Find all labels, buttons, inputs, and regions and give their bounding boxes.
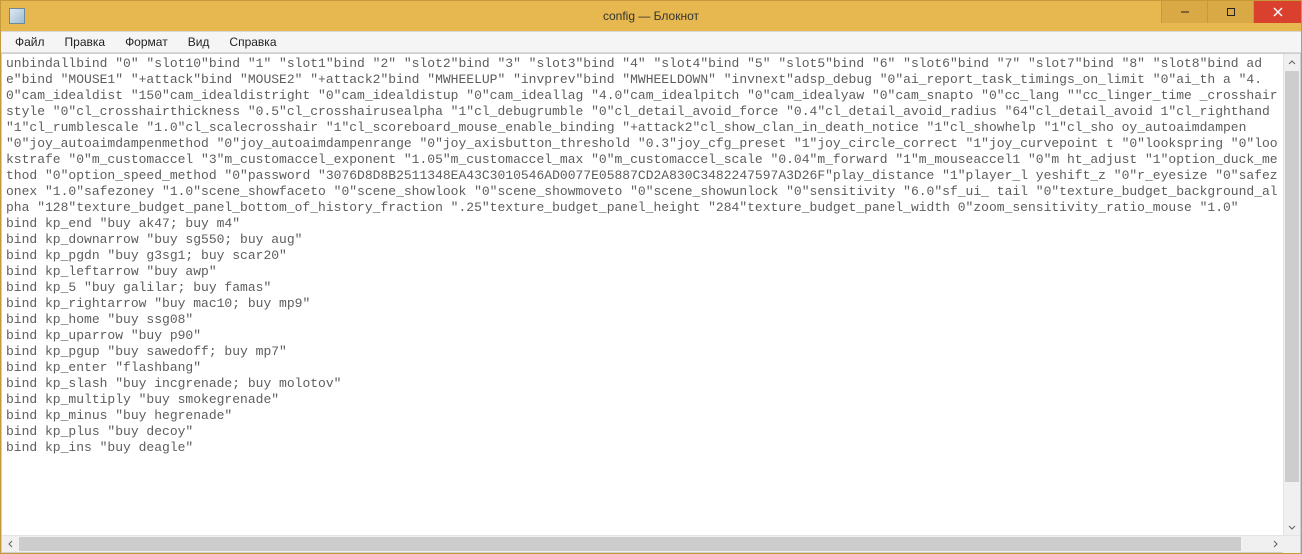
chevron-up-icon (1288, 59, 1296, 67)
chevron-left-icon (7, 540, 15, 548)
chevron-right-icon (1271, 540, 1279, 548)
window-controls (1161, 1, 1301, 31)
vertical-scroll-track[interactable] (1284, 71, 1300, 518)
horizontal-scroll-thumb[interactable] (19, 537, 1241, 551)
scrollbar-corner (1283, 536, 1300, 553)
maximize-icon (1226, 7, 1236, 17)
editor-wrap: unbindallbind "0" "slot10"bind "1" "slot… (2, 54, 1300, 535)
scroll-down-button[interactable] (1284, 518, 1300, 535)
menu-edit[interactable]: Правка (55, 33, 116, 51)
horizontal-scrollbar[interactable] (2, 535, 1300, 552)
scroll-right-button[interactable] (1266, 536, 1283, 552)
menubar: Файл Правка Формат Вид Справка (1, 31, 1301, 53)
minimize-icon (1180, 7, 1190, 17)
scroll-up-button[interactable] (1284, 54, 1300, 71)
app-icon (9, 8, 25, 24)
close-button[interactable] (1253, 1, 1301, 23)
close-icon (1273, 7, 1283, 17)
menu-help[interactable]: Справка (219, 33, 286, 51)
window-title: config — Блокнот (1, 9, 1301, 23)
maximize-button[interactable] (1207, 1, 1253, 23)
menu-file[interactable]: Файл (5, 33, 55, 51)
menu-view[interactable]: Вид (178, 33, 220, 51)
text-editor[interactable]: unbindallbind "0" "slot10"bind "1" "slot… (2, 54, 1283, 535)
horizontal-scroll-track[interactable] (19, 536, 1266, 552)
chevron-down-icon (1288, 523, 1296, 531)
scroll-left-button[interactable] (2, 536, 19, 552)
client-area: unbindallbind "0" "slot10"bind "1" "slot… (1, 53, 1301, 553)
vertical-scrollbar[interactable] (1283, 54, 1300, 535)
minimize-button[interactable] (1161, 1, 1207, 23)
menu-format[interactable]: Формат (115, 33, 178, 51)
titlebar[interactable]: config — Блокнот (1, 1, 1301, 31)
app-window: config — Блокнот Файл Правка Формат Вид … (0, 0, 1302, 554)
vertical-scroll-thumb[interactable] (1285, 71, 1299, 482)
